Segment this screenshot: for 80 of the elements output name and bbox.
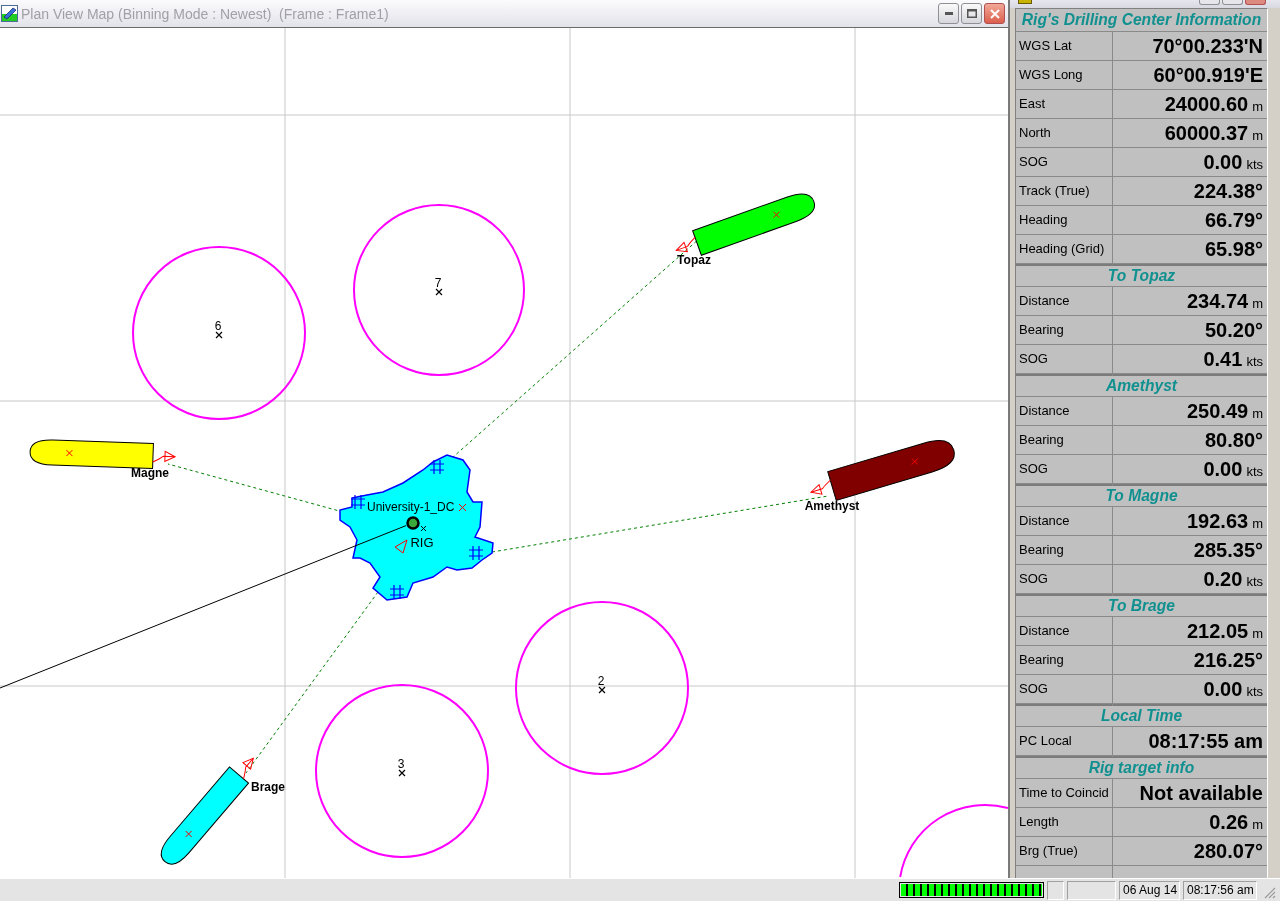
vessel-label: Brage — [251, 780, 285, 794]
unit-text: m — [1252, 516, 1263, 531]
section-title: Rig's Drilling Center Information — [1016, 9, 1267, 32]
status-time: 08:17:56 am — [1183, 880, 1257, 900]
value-text: 0.00 — [1203, 151, 1243, 173]
row-label: East — [1019, 96, 1045, 111]
row-label: Brg (True) — [1019, 843, 1078, 858]
circle-label: 6 — [214, 319, 222, 333]
row-label: Bearing — [1019, 652, 1064, 667]
value-text: 234.74 — [1187, 290, 1249, 312]
vessel-label: Topaz — [677, 253, 711, 267]
section-title: To Brage — [1016, 594, 1267, 617]
unit-text: m — [1252, 296, 1263, 311]
value-text: 250.49 — [1187, 400, 1249, 422]
value-text: 192.63 — [1187, 510, 1249, 532]
value-text: 60°00.919'E — [1153, 64, 1263, 86]
value-text: 65.98° — [1204, 238, 1263, 260]
section-title: Local Time — [1016, 704, 1267, 727]
value-text: 212.05 — [1187, 620, 1249, 642]
value-text: Not available — [1139, 782, 1263, 804]
row-label: SOG — [1019, 461, 1048, 476]
row-label: Distance — [1019, 403, 1070, 418]
section-title: To Topaz — [1016, 264, 1267, 287]
unit-text: kts — [1246, 574, 1263, 589]
unit-text: m — [1252, 99, 1263, 114]
value-text: 0.00 — [1203, 458, 1243, 480]
unit-text: kts — [1246, 157, 1263, 172]
unit-text: kts — [1246, 464, 1263, 479]
value-text: 285.35° — [1193, 539, 1263, 561]
unit-text: m — [1252, 817, 1263, 832]
row-label: North — [1019, 125, 1051, 140]
row-label: SOG — [1019, 351, 1048, 366]
structure-label: University-1_DC — [367, 500, 455, 514]
value-text: 50.20° — [1204, 319, 1263, 341]
row-label: Distance — [1019, 513, 1070, 528]
value-text: 224.38° — [1193, 180, 1263, 202]
row-label: Distance — [1019, 293, 1070, 308]
row-label: Heading (Grid) — [1019, 241, 1105, 256]
value-text: 70°00.233'N — [1152, 35, 1263, 57]
row-label: Bearing — [1019, 322, 1064, 337]
row-label: WGS Lat — [1019, 38, 1072, 53]
section-title: Rig target info — [1016, 756, 1267, 779]
window-title: Plan View Map (Binning Mode : Newest) (Frame : Frame1) — [21, 5, 389, 22]
unit-text: kts — [1246, 354, 1263, 369]
row-label: SOG — [1019, 571, 1048, 586]
row-label: Time to Coincid — [1019, 785, 1109, 800]
vessel-label: Amethyst — [804, 499, 860, 513]
circle-label: 2 — [597, 674, 605, 688]
row-label: SOG — [1019, 681, 1048, 696]
row-label: SOG — [1019, 154, 1048, 169]
row-label: Bearing — [1019, 542, 1064, 557]
unit-text: m — [1252, 626, 1263, 641]
unit-text: m — [1252, 128, 1263, 143]
row-label: WGS Long — [1019, 67, 1083, 82]
value-text: 24000.60 — [1164, 93, 1249, 115]
vessel-label: Magne — [131, 466, 169, 480]
row-label: Length — [1019, 814, 1059, 829]
section-title: To Magne — [1016, 484, 1267, 507]
section-title: Amethyst — [1016, 374, 1267, 397]
value-text: 0.20 — [1203, 568, 1243, 590]
value-text: 0.41 — [1203, 348, 1243, 370]
row-label: Bearing — [1019, 432, 1064, 447]
value-text: 0.26 — [1209, 811, 1249, 833]
circle-label: 7 — [434, 276, 442, 290]
value-text: 0.00 — [1203, 678, 1243, 700]
value-text: 60000.37 — [1164, 122, 1249, 144]
value-text: 216.25° — [1193, 649, 1263, 671]
value-text: 80.80° — [1204, 429, 1263, 451]
value-text: 280.07° — [1193, 840, 1263, 862]
row-label: PC Local — [1019, 733, 1072, 748]
rig-label: RIG — [410, 535, 434, 550]
value-text: 66.79° — [1204, 209, 1263, 231]
status-date: 06 Aug 14 — [1119, 880, 1180, 900]
row-label: Distance — [1019, 623, 1070, 638]
value-text: 08:17:55 am — [1148, 730, 1263, 752]
row-label: Heading — [1019, 212, 1068, 227]
unit-text: m — [1252, 406, 1263, 421]
row-label: Track (True) — [1019, 183, 1090, 198]
unit-text: kts — [1246, 684, 1263, 699]
circle-label: 3 — [397, 757, 405, 771]
